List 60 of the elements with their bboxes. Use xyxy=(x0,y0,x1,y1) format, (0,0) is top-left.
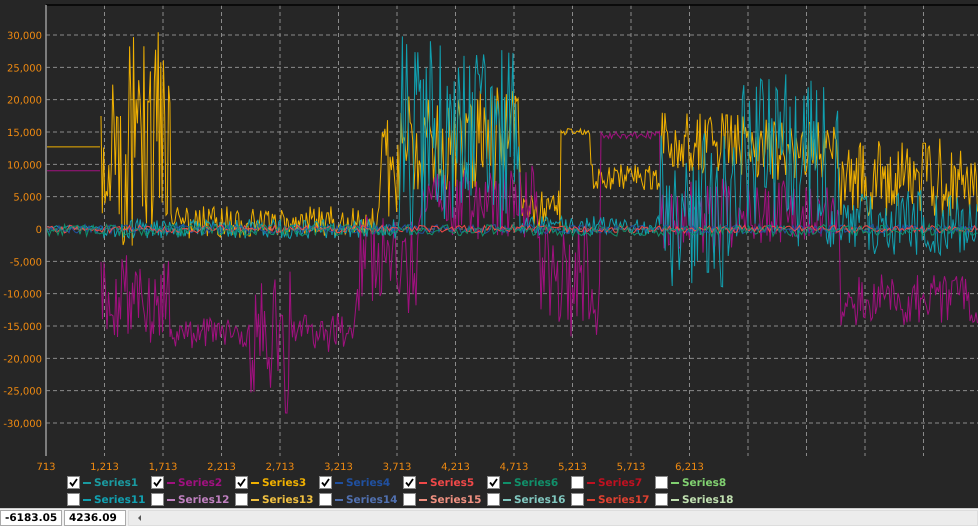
series-label: Series17 xyxy=(598,494,650,506)
series-label: Series7 xyxy=(598,476,642,488)
value-field: -6183.05 xyxy=(0,510,62,526)
checkbox[interactable] xyxy=(235,493,248,506)
x-axis-label: 6,213 xyxy=(675,462,704,473)
y-axis-label: 0 xyxy=(36,225,42,236)
checkbox[interactable] xyxy=(67,476,80,489)
series-label: Series11 xyxy=(94,494,146,506)
y-axis-label: -10,000 xyxy=(3,290,42,301)
y-axis-label: 10,000 xyxy=(7,160,42,172)
checkbox[interactable] xyxy=(235,476,248,489)
x-axis-label: 5,213 xyxy=(558,462,587,473)
y-axis-label: -5,000 xyxy=(10,257,42,268)
y-axis-label: -20,000 xyxy=(3,354,42,366)
checkbox[interactable] xyxy=(571,493,584,506)
x-axis-label: 2,713 xyxy=(266,462,294,473)
checkbox[interactable] xyxy=(571,476,584,489)
checkbox[interactable] xyxy=(403,476,416,489)
checkbox[interactable] xyxy=(655,493,668,506)
checkbox[interactable] xyxy=(67,493,80,506)
series-label: Series12 xyxy=(178,494,230,506)
y-axis-label: -30,000 xyxy=(3,419,42,430)
series-label: Series3 xyxy=(262,476,306,488)
x-axis-label: 3,213 xyxy=(324,462,353,473)
y-axis-label: -15,000 xyxy=(3,322,42,333)
x-axis-label: 713 xyxy=(36,462,56,473)
series-label: Series8 xyxy=(682,476,726,488)
y-axis-label: 25,000 xyxy=(7,63,42,74)
checkbox[interactable] xyxy=(319,493,332,506)
checkbox[interactable] xyxy=(151,476,164,489)
x-axis-label: 4,713 xyxy=(500,462,528,473)
checkbox[interactable] xyxy=(319,476,332,489)
checkbox[interactable] xyxy=(487,476,500,489)
series-label: Series14 xyxy=(346,494,398,506)
y-axis-label: 5,000 xyxy=(13,192,42,204)
series-label: Series15 xyxy=(430,494,482,506)
series-label: Series5 xyxy=(430,476,474,488)
series-label: Series16 xyxy=(514,494,566,506)
x-axis-label: 1,213 xyxy=(90,462,119,473)
series-label: Series18 xyxy=(682,494,734,506)
y-axis-label: 15,000 xyxy=(7,128,42,139)
checkbox[interactable] xyxy=(655,476,668,489)
x-axis-label: 2,213 xyxy=(207,462,236,473)
x-axis-label: 1,713 xyxy=(148,462,178,473)
checkbox[interactable] xyxy=(151,493,164,506)
series-label: Series13 xyxy=(262,494,314,506)
y-axis-label: 20,000 xyxy=(7,96,42,107)
x-axis-label: 4,213 xyxy=(441,462,470,473)
x-axis-label: 5,713 xyxy=(616,462,646,473)
scrollbar[interactable] xyxy=(128,510,978,526)
checkbox[interactable] xyxy=(487,493,500,506)
value-field: 4236.09 xyxy=(64,510,126,526)
y-axis-label: 30,000 xyxy=(7,31,42,42)
series-label: Series2 xyxy=(178,476,222,488)
series-label: Series1 xyxy=(94,476,138,488)
series-label: Series4 xyxy=(346,476,390,488)
series-label: Series6 xyxy=(514,476,558,488)
x-axis-label: 3,713 xyxy=(382,462,412,473)
checkbox[interactable] xyxy=(403,493,416,506)
y-axis-label: -25,000 xyxy=(3,386,42,398)
